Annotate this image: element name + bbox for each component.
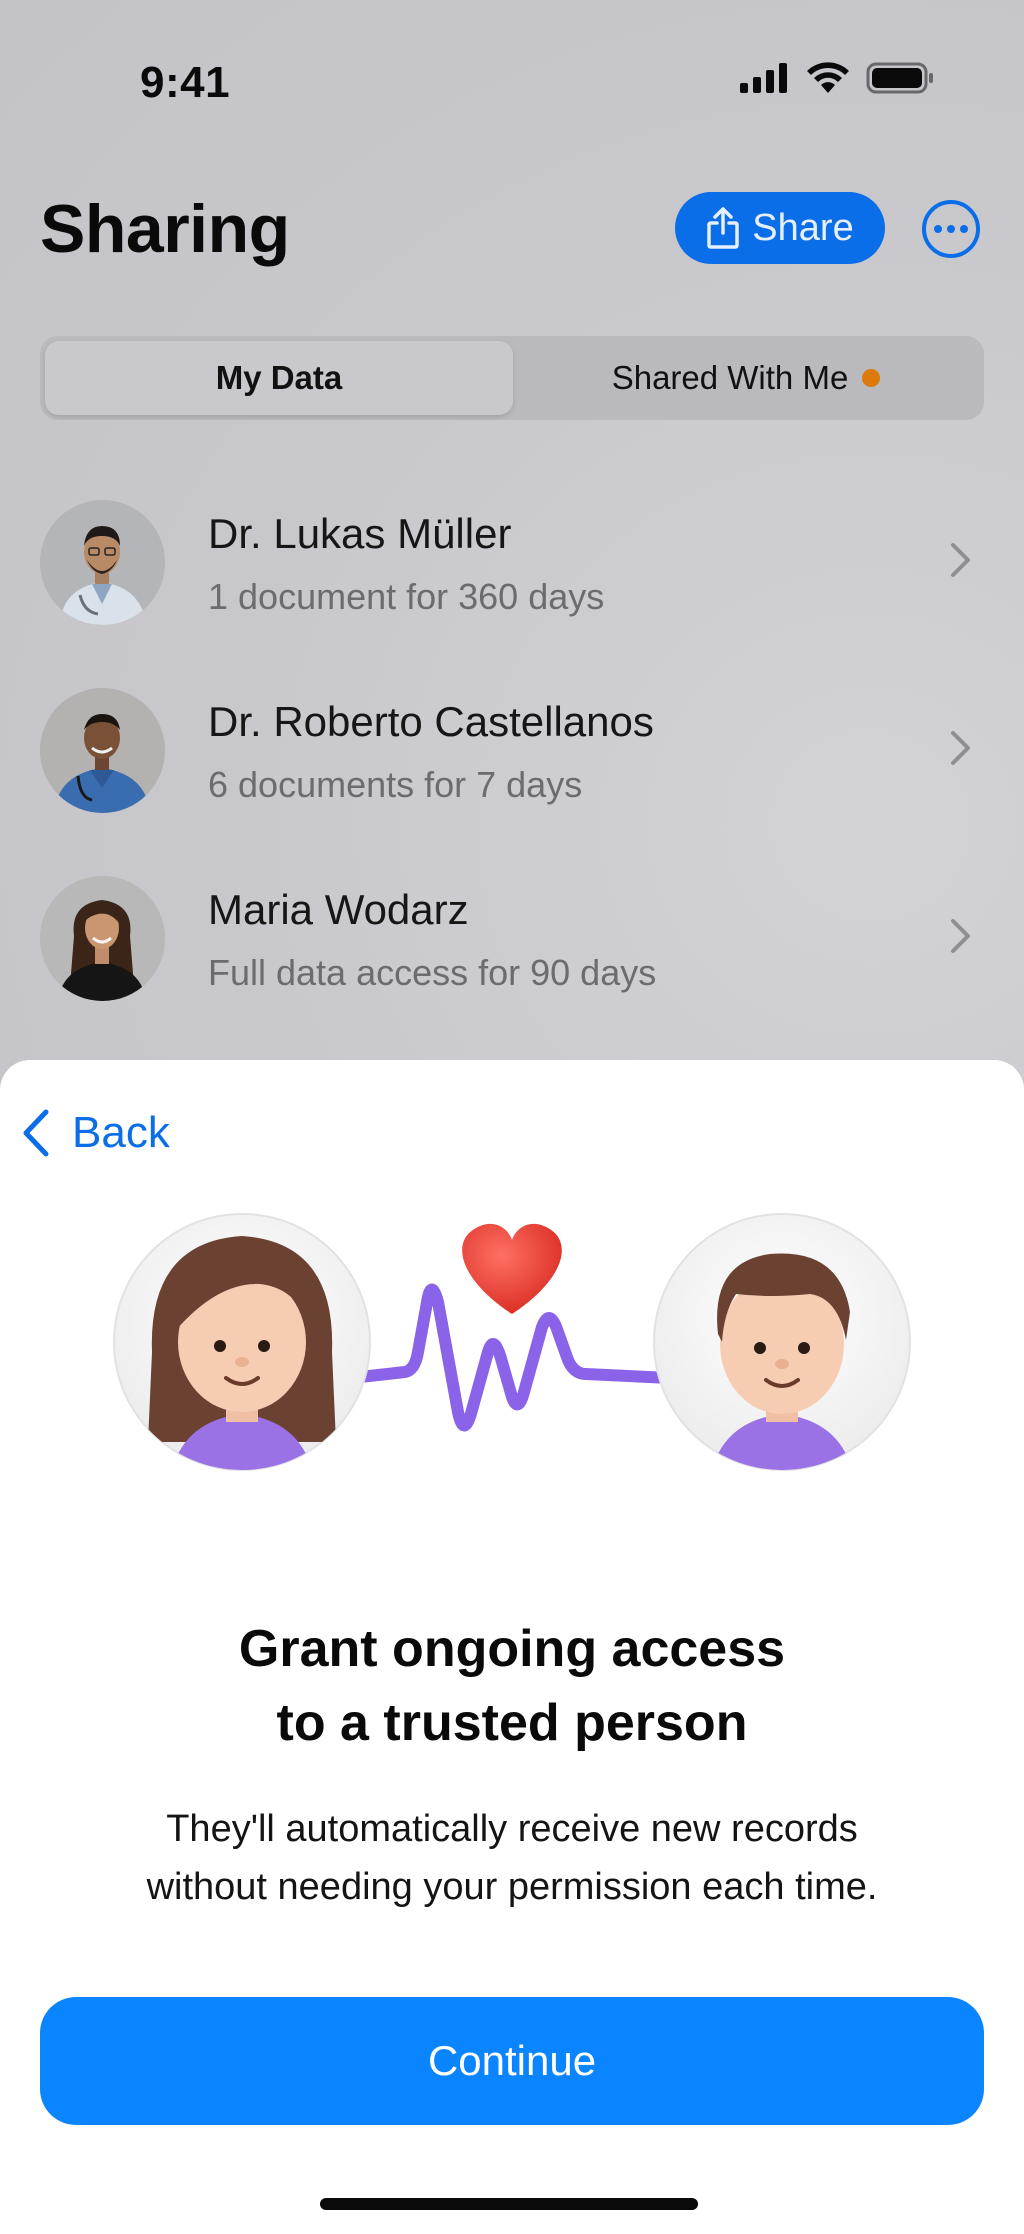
woman-avatar-icon	[113, 1213, 371, 1471]
more-icon	[934, 225, 942, 233]
status-bar: 9:41	[0, 0, 1024, 170]
status-icons	[740, 62, 936, 94]
share-detail: 6 documents for 7 days	[208, 764, 583, 805]
continue-button[interactable]: Continue	[40, 1997, 984, 2125]
tab-my-data-label: My Data	[215, 359, 343, 396]
bottom-sheet: Back Grant ongoing access to a trusted p…	[0, 1060, 1024, 2234]
back-label: Back	[72, 1108, 170, 1157]
share-name: Dr. Roberto Castellanos	[208, 698, 654, 745]
chevron-right-icon	[951, 919, 970, 953]
share-button[interactable]: Share	[675, 192, 885, 264]
chevron-left-icon	[23, 1109, 49, 1157]
sheet-title-line: Grant ongoing access	[238, 1620, 786, 1678]
segmented-control: My Data Shared With Me	[40, 336, 984, 420]
home-indicator	[320, 2198, 698, 2210]
wifi-icon	[807, 62, 849, 93]
share-name: Dr. Lukas Müller	[208, 510, 512, 557]
share-label: Share	[752, 206, 854, 249]
page-title: Sharing	[40, 191, 290, 267]
more-icon-dot	[947, 225, 955, 233]
avatar	[40, 876, 165, 1001]
cellular-signal-icon	[740, 63, 787, 93]
trusted-person-illustration	[113, 1213, 911, 1471]
notification-dot	[862, 369, 881, 387]
person-avatar-icon	[40, 876, 165, 1001]
battery-icon	[866, 62, 933, 94]
share-name: Maria Wodarz	[208, 886, 469, 933]
continue-label: Continue	[427, 2037, 597, 2084]
sheet-description-line: They'll automatically receive new record…	[166, 1808, 858, 1850]
sheet-description: They'll automatically receive new record…	[0, 1800, 1024, 1916]
sharing-screen-dimmed: 9:41 Sharing Share My Data Shared With M…	[0, 0, 1024, 1100]
tab-shared-with-me[interactable]: Shared With Me	[513, 341, 979, 415]
share-icon	[707, 207, 740, 249]
more-button[interactable]	[922, 200, 980, 258]
tab-my-data[interactable]: My Data	[45, 341, 513, 415]
chevron-right-icon	[951, 731, 970, 765]
share-detail: 1 document for 360 days	[208, 576, 605, 617]
chevron-right-icon	[951, 543, 970, 577]
list-item[interactable]: Dr. Lukas Müller 1 document for 360 days	[0, 500, 1024, 660]
heart-icon	[462, 1223, 562, 1314]
more-icon-dot	[960, 225, 968, 233]
doctor-avatar-icon	[40, 500, 165, 625]
avatar	[40, 500, 165, 625]
list-item[interactable]: Maria Wodarz Full data access for 90 day…	[0, 876, 1024, 1036]
share-detail: Full data access for 90 days	[208, 952, 657, 993]
sheet-title-line: to a trusted person	[276, 1694, 748, 1752]
back-button[interactable]: Back	[20, 1108, 170, 1158]
status-time: 9:41	[140, 58, 231, 107]
sheet-description-line: without needing your permission each tim…	[146, 1866, 878, 1908]
list-item[interactable]: Dr. Roberto Castellanos 6 documents for …	[0, 688, 1024, 848]
screen: 9:41 Sharing Share My Data Shared With M…	[0, 0, 1024, 2234]
doctor-avatar-icon	[40, 688, 165, 813]
sheet-title: Grant ongoing access to a trusted person	[0, 1612, 1024, 1760]
tab-shared-with-me-label: Shared With Me	[611, 359, 849, 396]
man-avatar-icon	[653, 1213, 911, 1471]
avatar	[40, 688, 165, 813]
